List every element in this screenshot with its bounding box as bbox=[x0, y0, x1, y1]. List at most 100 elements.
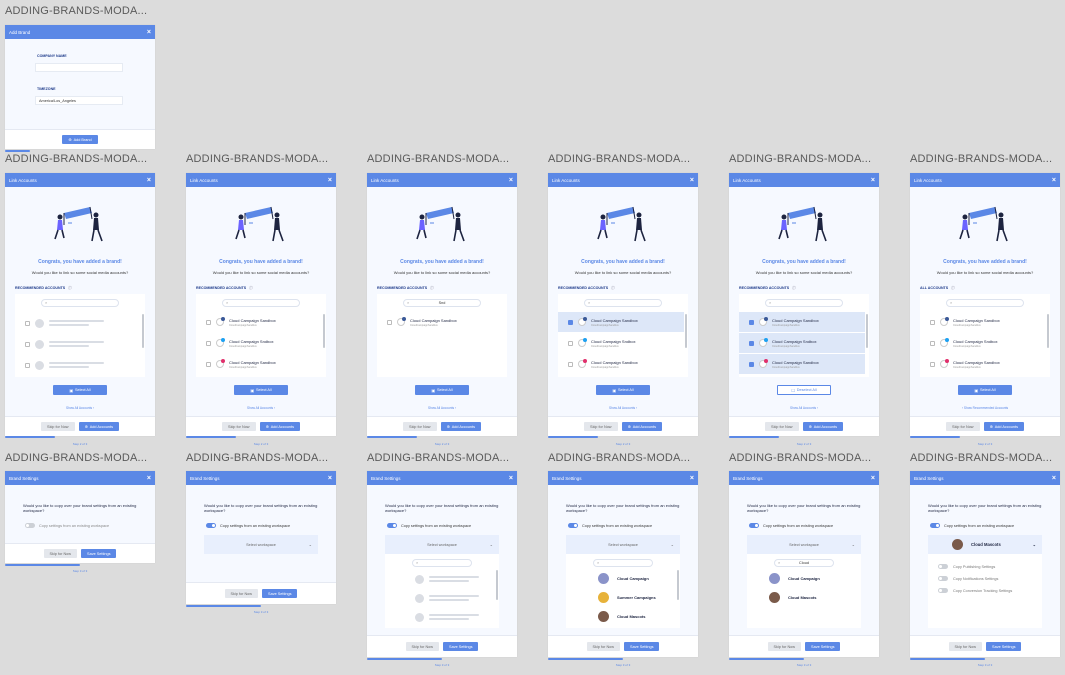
account-search-input[interactable]: ⌕ bbox=[222, 299, 300, 307]
copy-settings-toggle[interactable] bbox=[387, 523, 397, 528]
account-checkbox[interactable] bbox=[930, 361, 935, 367]
option-toggle[interactable] bbox=[938, 588, 948, 593]
scrollbar[interactable] bbox=[1047, 314, 1049, 348]
select-all-button[interactable]: ▣ Select All bbox=[234, 385, 288, 395]
save-settings-button[interactable]: Save Settings bbox=[262, 589, 298, 598]
skip-button[interactable]: Skip for Now bbox=[41, 422, 75, 431]
scrollbar[interactable] bbox=[685, 314, 687, 348]
workspace-option[interactable]: Summer Campaigns bbox=[566, 588, 680, 607]
account-row[interactable]: Cloud Campaign Sandbox CloudCampaignSandb… bbox=[558, 354, 684, 374]
save-settings-button[interactable]: Save Settings bbox=[986, 642, 1022, 651]
checkbox[interactable] bbox=[25, 320, 30, 326]
account-row[interactable]: Cloud Campaign Sndbox CloudCampaignSandbo… bbox=[196, 333, 322, 353]
option-toggle[interactable] bbox=[938, 564, 948, 569]
account-row[interactable]: Cloud Campaign Sndbox CloudCampaignSandbo… bbox=[739, 333, 865, 353]
account-checkbox[interactable] bbox=[206, 361, 211, 367]
account-checkbox[interactable] bbox=[930, 340, 935, 346]
skip-button[interactable]: Skip for Now bbox=[586, 642, 621, 651]
skip-button[interactable]: Skip for Now bbox=[767, 642, 802, 651]
add-accounts-button[interactable]: ⊕ Add Accounts bbox=[983, 422, 1024, 431]
close-icon[interactable]: × bbox=[147, 177, 151, 184]
scrollbar[interactable] bbox=[677, 570, 679, 600]
close-icon[interactable]: × bbox=[328, 475, 332, 482]
account-checkbox[interactable] bbox=[568, 319, 573, 325]
skip-button[interactable]: Skip for Now bbox=[222, 422, 256, 431]
workspace-search-input[interactable]: ⌕ bbox=[593, 559, 653, 567]
account-checkbox[interactable] bbox=[206, 340, 211, 346]
close-icon[interactable]: × bbox=[871, 475, 875, 482]
account-row[interactable]: Cloud Campaign Sandbox CloudCampaignSandb… bbox=[920, 312, 1046, 332]
account-checkbox[interactable] bbox=[568, 340, 573, 346]
workspace-select[interactable]: Select workspace ⌄ bbox=[204, 535, 318, 554]
close-icon[interactable]: × bbox=[1052, 475, 1056, 482]
settings-option-row[interactable]: Copy Publishing Settings bbox=[938, 564, 1032, 569]
show-accounts-link[interactable]: Show All Accounts › bbox=[367, 406, 517, 410]
settings-option-row[interactable]: Copy Notifications Settings bbox=[938, 576, 1032, 581]
account-search-input[interactable]: ⌕ bbox=[41, 299, 119, 307]
account-row[interactable]: Cloud Campaign Sandbox CloudCampaignSandb… bbox=[377, 312, 503, 332]
add-accounts-button[interactable]: ⊕ Add Accounts bbox=[440, 422, 481, 431]
account-search-input[interactable]: ⌕ bbox=[946, 299, 1024, 307]
scrollbar[interactable] bbox=[142, 314, 144, 348]
copy-settings-toggle[interactable] bbox=[25, 523, 35, 528]
skip-button[interactable]: Skip for Now bbox=[43, 549, 78, 558]
scrollbar[interactable] bbox=[323, 314, 325, 348]
account-row[interactable]: Cloud Campaign Sandbox CloudCampaignSandb… bbox=[558, 312, 684, 332]
timezone-select[interactable]: America/Los_Angeles bbox=[35, 96, 123, 105]
save-settings-button[interactable]: Save Settings bbox=[443, 642, 479, 651]
close-icon[interactable]: × bbox=[1052, 177, 1056, 184]
account-checkbox[interactable] bbox=[930, 319, 935, 325]
copy-settings-toggle-row[interactable]: Copy settings from an existing workspace bbox=[206, 523, 290, 528]
add-brand-button[interactable]: ⊕ Add Brand bbox=[62, 135, 98, 144]
copy-settings-toggle-row[interactable]: Copy settings from an existing workspace bbox=[749, 523, 833, 528]
save-settings-button[interactable]: Save Settings bbox=[81, 549, 117, 558]
account-checkbox[interactable] bbox=[568, 361, 573, 367]
copy-settings-toggle-row[interactable]: Copy settings from an existing workspace bbox=[930, 523, 1014, 528]
close-icon[interactable]: × bbox=[690, 177, 694, 184]
account-row[interactable]: Cloud Campaign Sandbox CloudCampaignSandb… bbox=[196, 312, 322, 332]
close-icon[interactable]: × bbox=[690, 475, 694, 482]
workspace-option[interactable]: Cloud Mascots bbox=[747, 588, 861, 607]
workspace-search-input[interactable]: ⌕ Cloud bbox=[774, 559, 834, 567]
select-all-button[interactable]: ▣ Select All bbox=[53, 385, 107, 395]
copy-settings-toggle-row[interactable]: Copy settings from an existing workspace bbox=[25, 523, 109, 528]
workspace-search-input[interactable]: ⌕ bbox=[412, 559, 472, 567]
add-accounts-button[interactable]: ⊕ Add Accounts bbox=[259, 422, 300, 431]
workspace-option[interactable]: Cloud Campaign bbox=[566, 569, 680, 588]
account-row[interactable]: Cloud Campaign Sandbox CloudCampaignSandb… bbox=[196, 354, 322, 374]
workspace-select[interactable]: Cloud Mascots ⌄ bbox=[928, 535, 1042, 554]
skip-button[interactable]: Skip for Now bbox=[405, 642, 440, 651]
select-all-button[interactable]: ▣ Select All bbox=[958, 385, 1012, 395]
show-accounts-link[interactable]: Show All Accounts › bbox=[5, 406, 155, 410]
show-accounts-link[interactable]: Show All Accounts › bbox=[548, 406, 698, 410]
skip-button[interactable]: Skip for Now bbox=[946, 422, 980, 431]
save-settings-button[interactable]: Save Settings bbox=[805, 642, 841, 651]
account-search-input[interactable]: ⌕ bbox=[584, 299, 662, 307]
skip-button[interactable]: Skip for Now bbox=[584, 422, 618, 431]
copy-settings-toggle-row[interactable]: Copy settings from an existing workspace bbox=[387, 523, 471, 528]
add-accounts-button[interactable]: ⊕ Add Accounts bbox=[78, 422, 119, 431]
account-row[interactable]: Cloud Campaign Sndbox CloudCampaignSandbo… bbox=[920, 333, 1046, 353]
skip-button[interactable]: Skip for Now bbox=[765, 422, 799, 431]
workspace-option[interactable]: Cloud Campaign bbox=[747, 569, 861, 588]
workspace-select[interactable]: Select workspace ⌄ bbox=[747, 535, 861, 554]
close-icon[interactable]: × bbox=[509, 475, 513, 482]
close-icon[interactable]: × bbox=[328, 177, 332, 184]
option-toggle[interactable] bbox=[938, 576, 948, 581]
account-row[interactable]: Cloud Campaign Sndbox CloudCampaignSandbo… bbox=[558, 333, 684, 353]
show-accounts-link[interactable]: Show All Accounts › bbox=[729, 406, 879, 410]
workspace-select[interactable]: Select workspace ⌄ bbox=[385, 535, 499, 554]
skip-button[interactable]: Skip for Now bbox=[224, 589, 259, 598]
account-search-input[interactable]: ⌕ bbox=[765, 299, 843, 307]
copy-settings-toggle[interactable] bbox=[749, 523, 759, 528]
copy-settings-toggle-row[interactable]: Copy settings from an existing workspace bbox=[568, 523, 652, 528]
scrollbar[interactable] bbox=[866, 314, 868, 348]
select-all-button[interactable]: ▣ Select All bbox=[415, 385, 469, 395]
scrollbar[interactable] bbox=[496, 570, 498, 600]
account-checkbox[interactable] bbox=[387, 319, 392, 325]
checkbox[interactable] bbox=[25, 362, 30, 368]
select-all-button[interactable]: ☐ Deselect All bbox=[777, 385, 831, 395]
show-accounts-link[interactable]: Show All Accounts › bbox=[186, 406, 336, 410]
settings-option-row[interactable]: Copy Conversion Tracking Settings bbox=[938, 588, 1032, 593]
account-row[interactable]: Cloud Campaign Sandbox CloudCampaignSandb… bbox=[739, 354, 865, 374]
